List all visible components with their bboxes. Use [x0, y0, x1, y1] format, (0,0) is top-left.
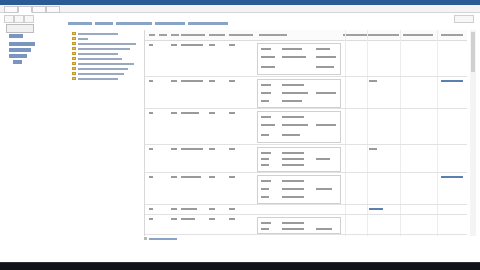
add-new-item-link[interactable] — [144, 236, 204, 242]
tree-item[interactable] — [72, 52, 132, 56]
toolbar-button-3[interactable] — [24, 15, 34, 23]
column-header[interactable] — [209, 34, 225, 36]
nav-item-1[interactable] — [9, 34, 23, 38]
nav-item-4[interactable] — [9, 54, 27, 58]
tree-item[interactable] — [72, 77, 132, 81]
data-grid — [144, 30, 467, 236]
column-header[interactable] — [343, 34, 369, 36]
breadcrumb — [68, 22, 238, 26]
column-header[interactable] — [259, 34, 287, 36]
breadcrumb-segment[interactable] — [188, 22, 228, 25]
ribbon-tab-4[interactable] — [46, 6, 60, 13]
column-header[interactable] — [229, 34, 253, 36]
ribbon-tab-1[interactable] — [4, 6, 18, 13]
details-box — [257, 111, 341, 143]
tree-item[interactable] — [72, 32, 132, 36]
details-box — [257, 79, 341, 108]
left-navigation — [0, 31, 70, 261]
tree-item[interactable] — [72, 72, 132, 76]
table-row[interactable] — [145, 108, 467, 145]
scrollbar-thumb[interactable] — [471, 32, 475, 72]
toolbar-button-4[interactable] — [454, 15, 474, 23]
folder-icon — [72, 47, 76, 50]
folder-tree — [72, 32, 142, 84]
toolbar-button-2[interactable] — [14, 15, 24, 23]
folder-icon — [72, 62, 76, 65]
folder-icon — [72, 67, 76, 70]
folder-icon — [72, 42, 76, 45]
ribbon-tab-2[interactable] — [18, 6, 32, 13]
folder-icon — [72, 52, 76, 55]
ribbon-tab-3[interactable] — [32, 6, 46, 13]
app-window — [0, 0, 480, 262]
folder-icon — [72, 32, 76, 35]
plus-icon — [144, 237, 147, 240]
column-header[interactable] — [403, 34, 433, 36]
taskbar — [0, 262, 480, 270]
breadcrumb-segment[interactable] — [116, 22, 152, 25]
table-row[interactable] — [145, 172, 467, 205]
tree-item[interactable] — [72, 67, 132, 71]
folder-icon — [72, 57, 76, 60]
folder-icon — [72, 72, 76, 75]
breadcrumb-segment[interactable] — [68, 22, 92, 25]
column-header[interactable] — [149, 34, 155, 36]
tree-item[interactable] — [72, 42, 136, 46]
details-box — [257, 175, 341, 204]
details-box — [257, 147, 341, 172]
column-header[interactable] — [441, 34, 463, 36]
column-header[interactable] — [369, 34, 399, 36]
table-row[interactable] — [145, 144, 467, 173]
table-row[interactable] — [145, 214, 467, 235]
tree-item[interactable] — [72, 47, 132, 51]
nav-item-3[interactable] — [9, 48, 31, 52]
folder-icon — [72, 77, 76, 80]
table-row[interactable] — [145, 40, 467, 77]
add-new-item-label — [149, 238, 177, 240]
vertical-scrollbar[interactable] — [470, 30, 476, 236]
breadcrumb-segment[interactable] — [95, 22, 113, 25]
ribbon-tabs — [0, 5, 480, 13]
tree-item[interactable] — [72, 62, 134, 66]
nav-item-5[interactable] — [13, 60, 22, 64]
folder-icon — [72, 37, 76, 40]
column-header[interactable] — [171, 34, 179, 36]
details-box — [257, 43, 341, 75]
toolbar-button-1[interactable] — [4, 15, 14, 23]
nav-item-2[interactable] — [9, 42, 35, 46]
details-box — [257, 217, 341, 234]
table-row[interactable] — [145, 76, 467, 109]
breadcrumb-segment[interactable] — [155, 22, 185, 25]
tree-item[interactable] — [72, 57, 132, 61]
column-header[interactable] — [181, 34, 205, 36]
tree-item[interactable] — [72, 37, 132, 41]
column-header[interactable] — [159, 34, 167, 36]
